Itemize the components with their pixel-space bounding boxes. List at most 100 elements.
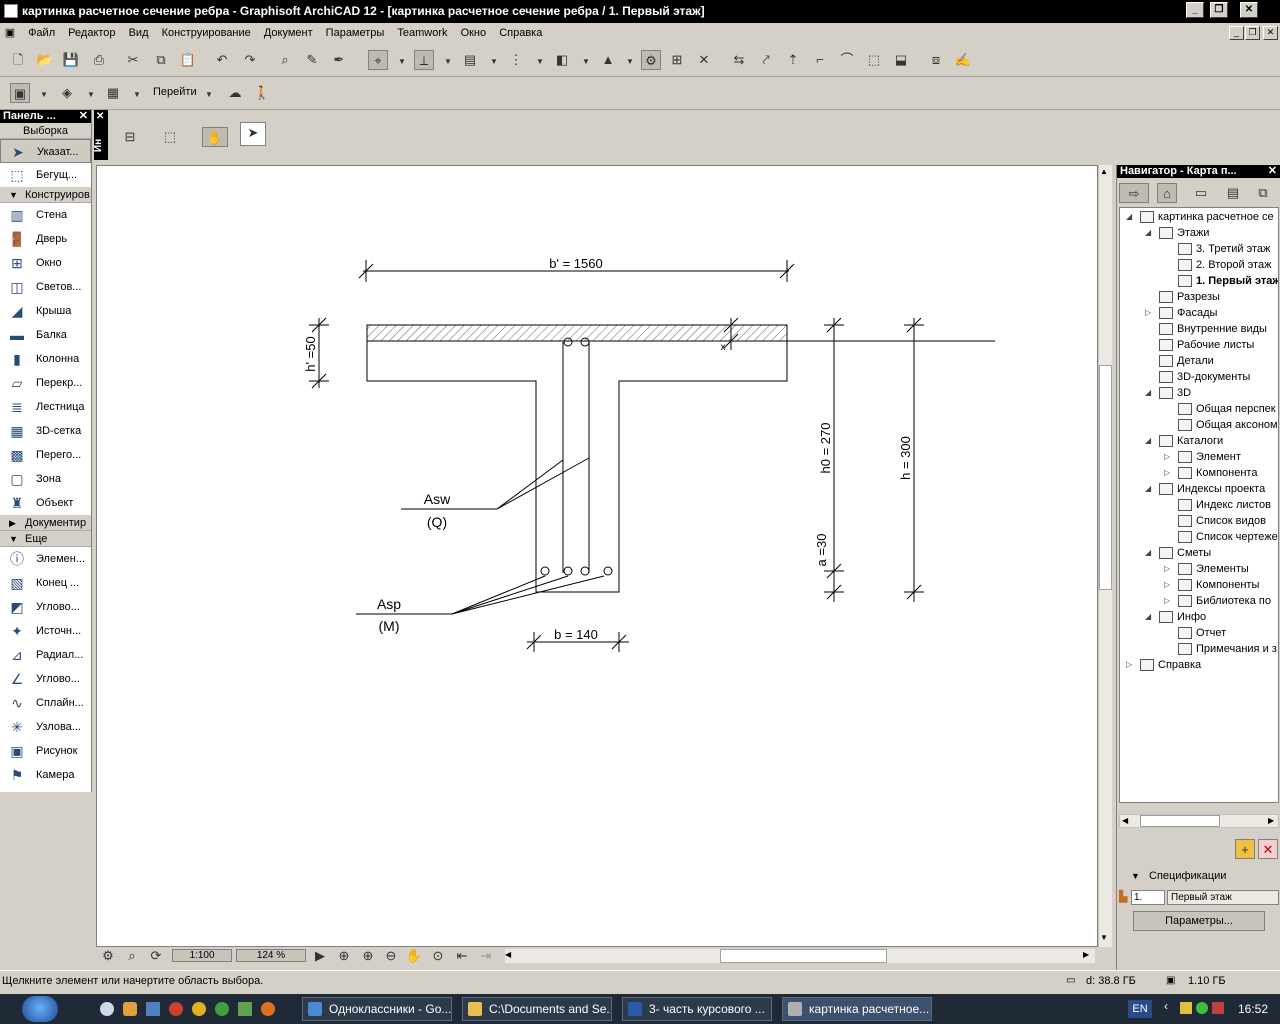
cut-icon[interactable]: ✂ xyxy=(123,50,143,70)
chevron-down-icon[interactable]: ▼ xyxy=(87,90,95,99)
chevron-down-icon[interactable]: ▼ xyxy=(582,57,590,66)
close-icon[interactable]: ✕ xyxy=(1268,165,1277,178)
doc-minimize-button[interactable]: _ xyxy=(1229,26,1244,40)
menu-design[interactable]: Конструирование xyxy=(157,23,256,43)
delete-item-icon[interactable]: ✕ xyxy=(1258,839,1278,859)
tool-object[interactable]: ♜ Объект xyxy=(0,491,91,515)
delete-icon[interactable]: ✕ xyxy=(694,50,714,70)
doc-restore-button[interactable]: ❐ xyxy=(1245,26,1260,40)
scroll-right-arrow-icon[interactable]: ▶ xyxy=(1268,816,1274,825)
close-icon[interactable]: ✕ xyxy=(96,111,104,122)
firefox-icon[interactable] xyxy=(261,1002,275,1016)
tool-column[interactable]: ▮ Колонна xyxy=(0,347,91,371)
specs-header[interactable]: ▼ Спецификации xyxy=(1117,867,1280,885)
navigator-hscrollbar[interactable]: ◀ ▶ xyxy=(1119,814,1279,828)
tray-network-icon[interactable] xyxy=(1196,1002,1208,1014)
render-icon[interactable]: ✍ xyxy=(953,50,973,70)
vertical-scrollbar[interactable]: ▲ ▼ xyxy=(1098,165,1112,947)
menu-options[interactable]: Параметры xyxy=(321,23,390,43)
navigator-mode-icon[interactable]: ⇨ xyxy=(1119,183,1149,203)
expand-closed-icon[interactable]: ▷ xyxy=(1164,577,1170,593)
tool-picture[interactable]: ▣ Рисунок xyxy=(0,739,91,763)
chrome-icon[interactable] xyxy=(192,1002,206,1016)
view-map-icon[interactable]: ▭ xyxy=(1191,183,1211,203)
menu-file[interactable]: Файл xyxy=(23,23,60,43)
tool-radial-dimension[interactable]: ⊿ Радиал... xyxy=(0,643,91,667)
selection-mode-icon[interactable]: ✋ xyxy=(202,127,228,147)
tree-item[interactable]: ▷ Компоненты xyxy=(1164,577,1259,593)
tool-slab[interactable]: ▱ Перекр... xyxy=(0,371,91,395)
elevation-tool-icon[interactable]: ▲ xyxy=(598,50,618,70)
taskbar-button[interactable]: 3- часть курсового ... xyxy=(622,997,772,1021)
refresh-icon[interactable]: ⟳ xyxy=(146,946,166,964)
tool-door[interactable]: 🚪 Дверь xyxy=(0,227,91,251)
walk-icon[interactable]: 🚶 xyxy=(252,83,272,103)
tree-item[interactable]: Список видов xyxy=(1178,513,1266,529)
3d-window-icon[interactable]: ◈ xyxy=(57,83,77,103)
taskbar-button[interactable]: Одноклассники - Go... xyxy=(302,997,452,1021)
tree-item[interactable]: ▷ Справка xyxy=(1126,657,1201,673)
zoom-field[interactable]: 124 % xyxy=(236,949,306,962)
zoom-out-icon[interactable]: ⊖ xyxy=(381,946,401,964)
tree-item[interactable]: ◢ Инфо xyxy=(1145,609,1206,625)
tool-spline[interactable]: ∿ Сплайн... xyxy=(0,691,91,715)
print-icon[interactable]: ⎙ xyxy=(89,50,109,70)
zoom-view-icon[interactable]: ⌕ xyxy=(122,946,142,964)
goto-menu[interactable]: Перейти xyxy=(153,86,197,98)
floor-plan-canvas[interactable]: b' = 1560 h' =50 b = 140 h0 = 270 a =30 … xyxy=(96,165,1098,947)
media-player-icon[interactable] xyxy=(100,1002,114,1016)
navigator-preview-icon[interactable]: ☁ xyxy=(225,83,245,103)
zoom-fit-icon[interactable]: ⊕ xyxy=(334,946,354,964)
menu-document[interactable]: Документ xyxy=(259,23,318,43)
inject-icon[interactable]: ✒ xyxy=(329,50,349,70)
tree-item[interactable]: ▷ Библиотека по xyxy=(1164,593,1271,609)
tree-item[interactable]: Рабочие листы xyxy=(1159,337,1254,353)
elevate-icon[interactable]: ⇡ xyxy=(783,50,803,70)
floor-plan-view-icon[interactable]: ▣ xyxy=(10,83,30,103)
trace-icon[interactable]: ◧ xyxy=(552,50,572,70)
tool-stair[interactable]: ≣ Лестница xyxy=(0,395,91,419)
taskbar-button[interactable]: картинка расчетное... xyxy=(782,997,932,1021)
scroll-thumb[interactable] xyxy=(1099,365,1112,590)
tool-window[interactable]: ⊞ Окно xyxy=(0,251,91,275)
tree-item[interactable]: ▷ Фасады xyxy=(1145,305,1217,321)
expand-open-icon[interactable]: ◢ xyxy=(1145,433,1151,449)
horizontal-scrollbar[interactable]: ◀ ▶ xyxy=(505,949,1095,963)
menu-help[interactable]: Справка xyxy=(494,23,547,43)
story-number-field[interactable]: 1. xyxy=(1131,890,1165,905)
find-select-icon[interactable]: ⌕ xyxy=(275,50,295,70)
tool-arrow-pointer[interactable]: ➤ Указат... xyxy=(0,139,91,163)
archicad-app-icon[interactable] xyxy=(4,4,18,18)
zoom-in-icon[interactable]: ⊕ xyxy=(358,946,378,964)
tree-item[interactable]: ◢ Сметы xyxy=(1145,545,1211,561)
chevron-down-icon[interactable]: ▼ xyxy=(626,57,634,66)
document-header[interactable]: ▶ Документир xyxy=(0,515,91,531)
menu-edit[interactable]: Редактор xyxy=(63,23,120,43)
chevron-down-icon[interactable]: ▼ xyxy=(444,57,452,66)
minimize-button[interactable]: _ xyxy=(1186,2,1204,18)
snap-guides-icon[interactable]: ⟂ xyxy=(414,50,434,70)
close-button[interactable]: ✕ xyxy=(1240,2,1258,18)
scale-field[interactable]: 1:100 xyxy=(172,949,232,962)
curve-icon[interactable]: ⌒ xyxy=(837,50,857,70)
tool-hotspot[interactable]: ✳ Узлова... xyxy=(0,715,91,739)
tree-item[interactable]: Разрезы xyxy=(1159,289,1220,305)
show-dimensions-icon[interactable]: ⊞ xyxy=(667,50,687,70)
chevron-down-icon[interactable]: ▼ xyxy=(536,57,544,66)
expand-open-icon[interactable]: ◢ xyxy=(1145,225,1151,241)
menu-teamwork[interactable]: Teamwork xyxy=(392,23,452,43)
new-file-icon[interactable]: 🗋 xyxy=(8,50,28,70)
icq-icon[interactable] xyxy=(215,1002,229,1016)
expand-open-icon[interactable]: ◢ xyxy=(1145,385,1151,401)
tool-wall-end[interactable]: ▧ Конец ... xyxy=(0,571,91,595)
expand-open-icon[interactable]: ◢ xyxy=(1145,609,1151,625)
tool-marquee[interactable]: ⬚ Бегущ... xyxy=(0,163,91,187)
document-icon[interactable]: ▣ xyxy=(0,23,20,43)
tray-chevron-icon[interactable]: ‹ xyxy=(1164,999,1168,1013)
scroll-up-arrow-icon[interactable]: ▲ xyxy=(1100,167,1111,177)
geometry-method-icon[interactable]: ⊟ xyxy=(120,127,140,147)
scroll-left-arrow-icon[interactable]: ◀ xyxy=(505,950,511,959)
tree-item[interactable]: Детали xyxy=(1159,353,1214,369)
scroll-right-arrow-icon[interactable]: ▶ xyxy=(1083,950,1089,959)
expand-open-icon[interactable]: ◢ xyxy=(1126,209,1132,225)
